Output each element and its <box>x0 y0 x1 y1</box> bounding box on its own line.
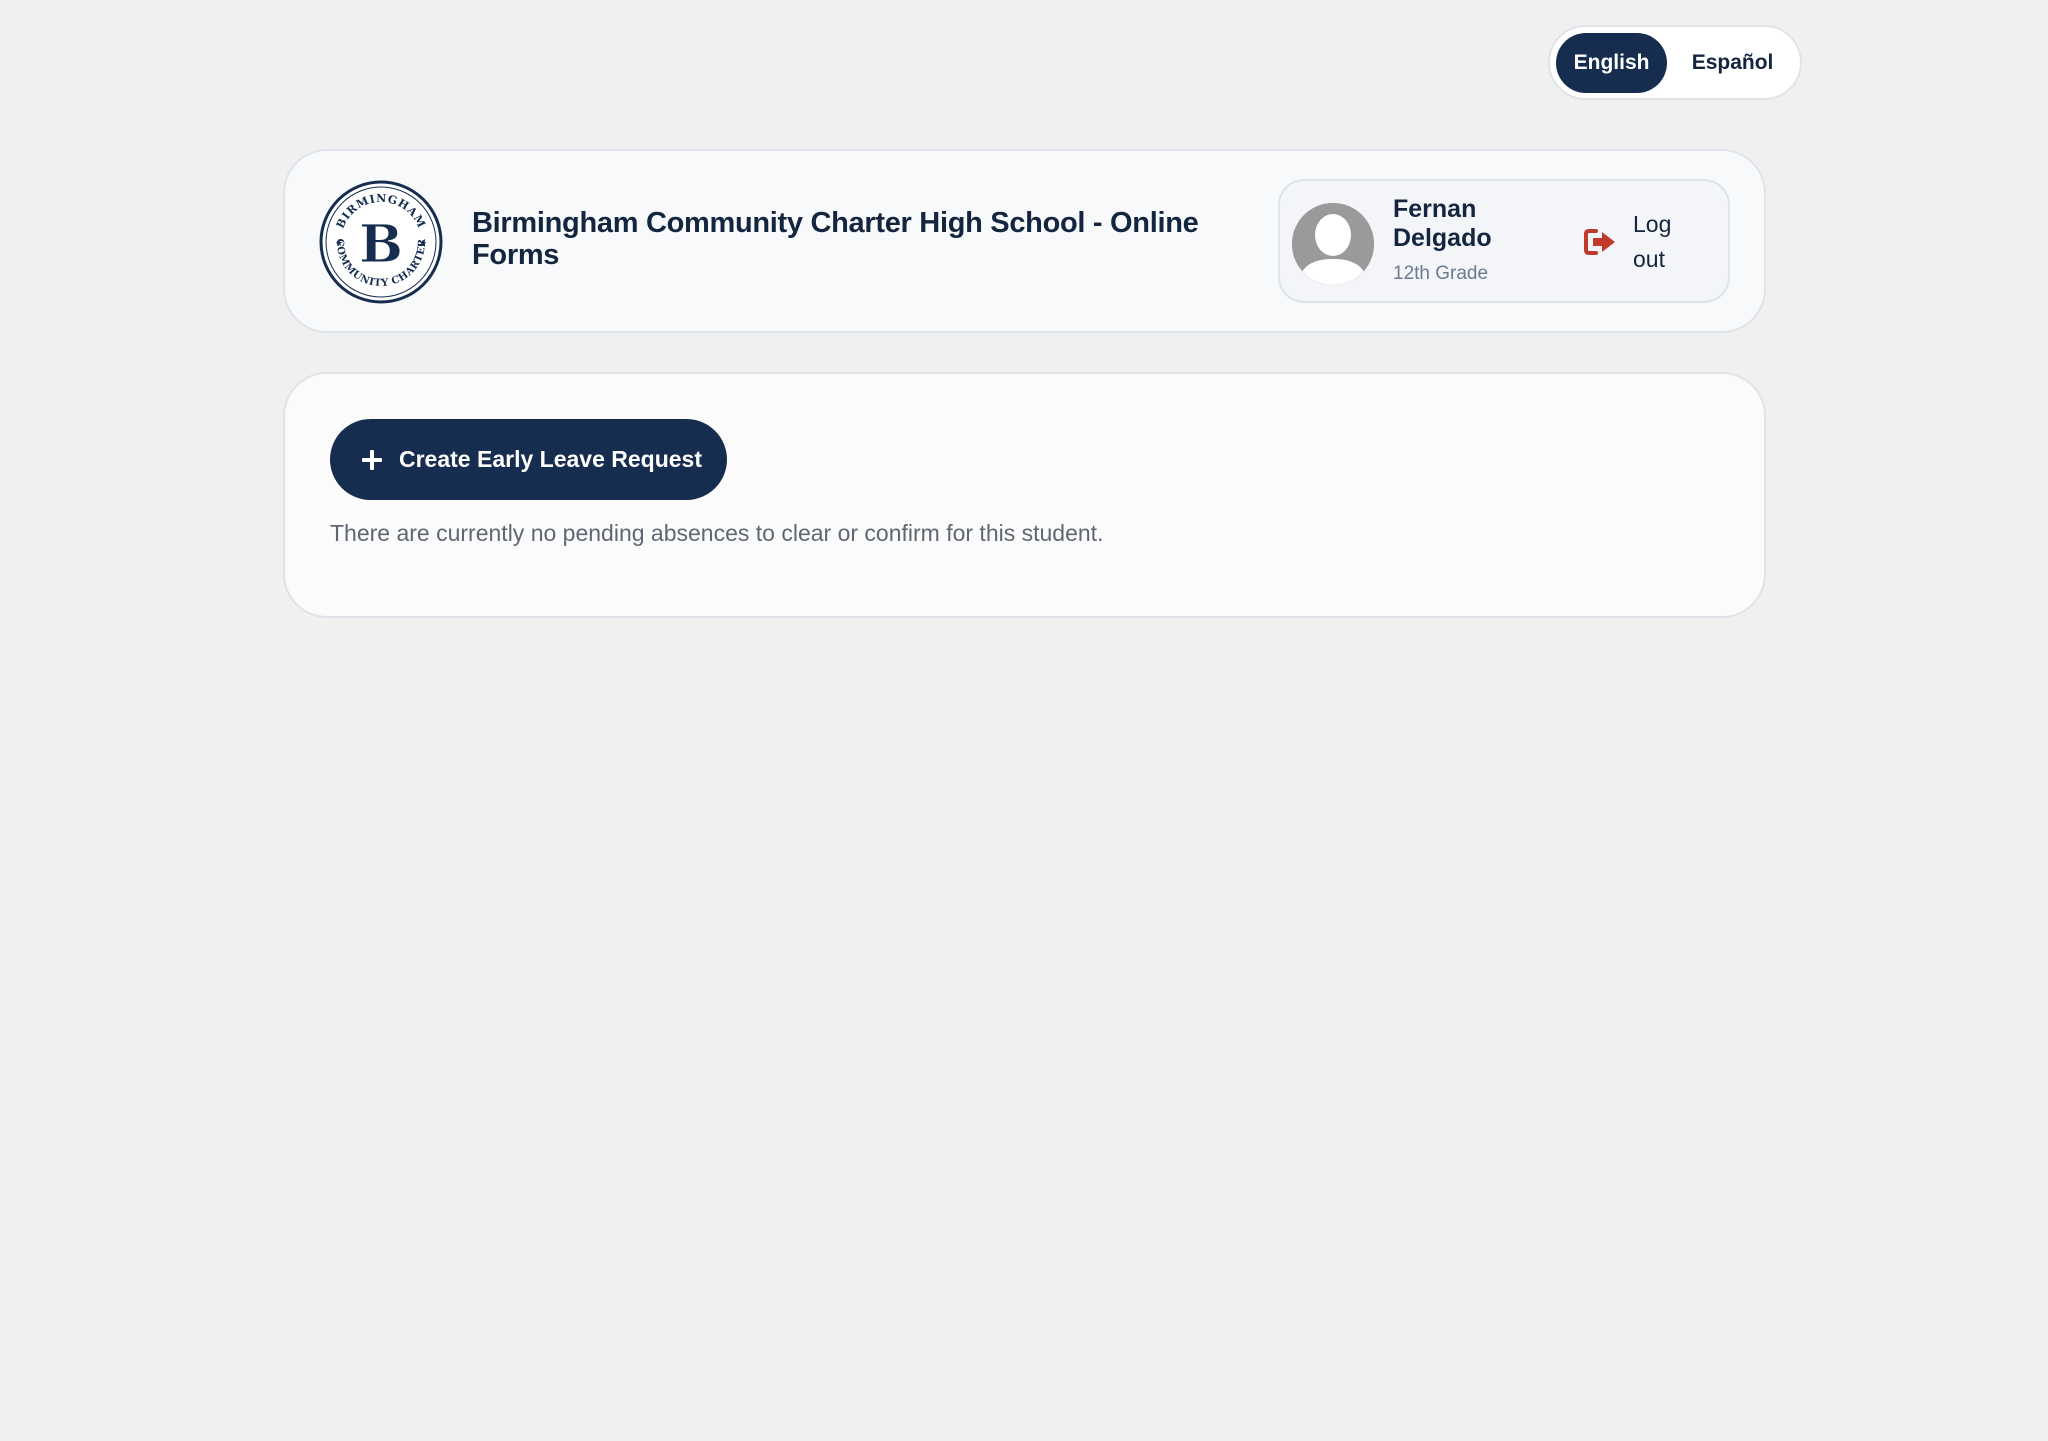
logout-label: Log out <box>1633 211 1672 272</box>
language-espanol-button[interactable]: Español <box>1671 33 1794 93</box>
user-grade: 12th Grade <box>1393 263 1489 284</box>
page-title: Birmingham Community Charter High School… <box>472 207 1199 271</box>
header-card: BIRMINGHAM COMMUNITY CHARTER ★ ★ B Birmi… <box>283 149 1766 333</box>
create-early-leave-request-button[interactable]: Create Early Leave Request <box>330 419 727 500</box>
main-card: Create Early Leave Request There are cur… <box>283 372 1766 618</box>
svg-text:B: B <box>359 214 403 275</box>
user-silhouette-icon <box>1292 203 1374 285</box>
svg-text:★: ★ <box>335 239 343 249</box>
create-button-label: Create Early Leave Request <box>399 446 702 472</box>
logout-button[interactable]: Log out <box>1583 207 1693 277</box>
school-logo: BIRMINGHAM COMMUNITY CHARTER ★ ★ B <box>319 180 443 304</box>
language-switch: English Español <box>1548 25 1802 100</box>
user-name: Fernan Delgado <box>1393 195 1492 252</box>
plus-icon <box>362 449 382 470</box>
sign-out-icon <box>1584 229 1615 255</box>
svg-text:★: ★ <box>419 239 427 249</box>
user-profile-box: Fernan Delgado 12th Grade Log out <box>1278 179 1730 303</box>
language-english-button[interactable]: English <box>1556 32 1668 93</box>
empty-state-message: There are currently no pending absences … <box>330 520 1104 546</box>
